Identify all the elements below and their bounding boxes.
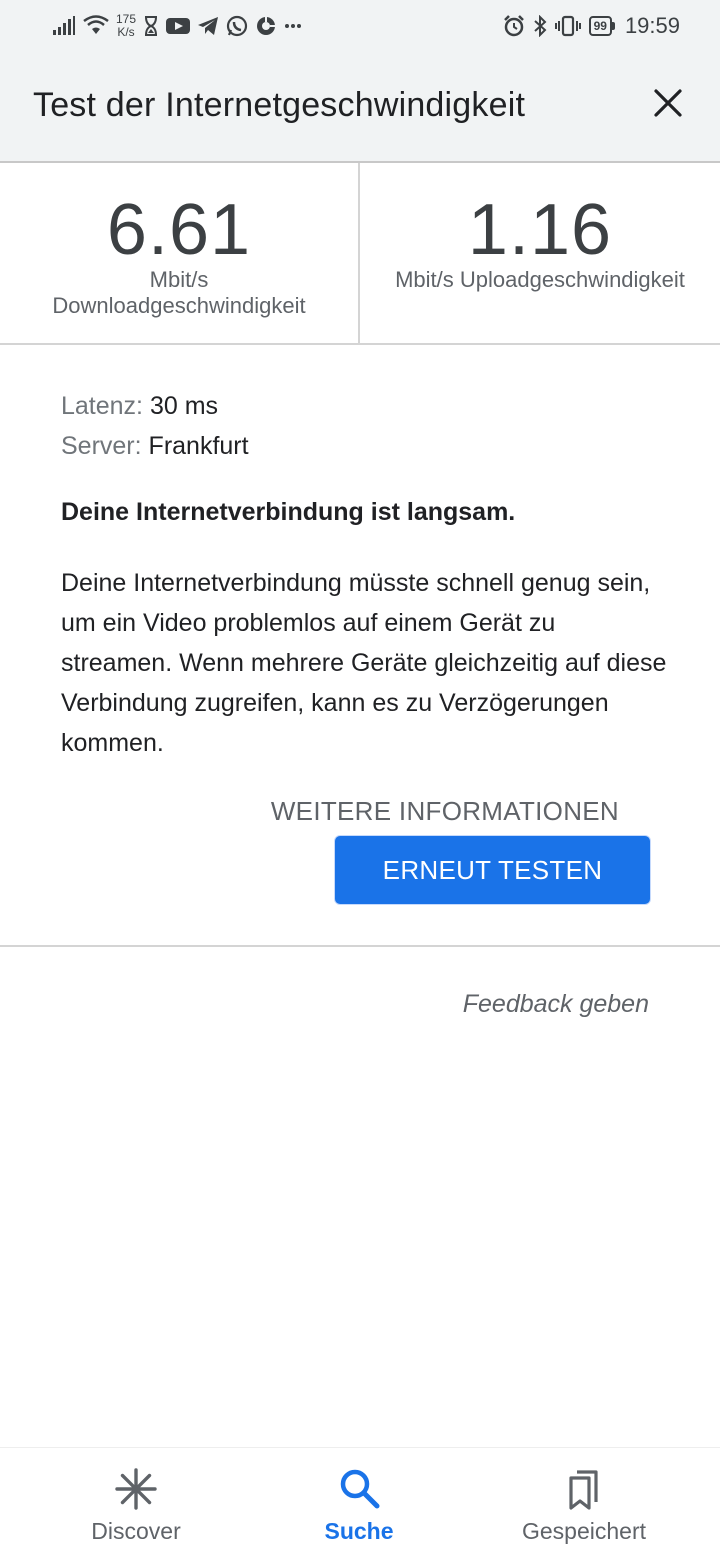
latency-row: Latenz: 30 ms <box>61 391 218 421</box>
retest-button[interactable]: ERNEUT TESTEN <box>334 835 651 905</box>
status-left: 175 K/s <box>52 8 302 44</box>
more-info-link[interactable]: WEITERE INFORMATIONEN <box>271 796 619 827</box>
latency-label: Latenz: <box>61 392 144 420</box>
telegram-icon <box>198 17 219 35</box>
nav-item-gespeichert[interactable]: Gespeichert <box>484 1466 684 1545</box>
server-label: Server: <box>61 432 142 460</box>
speed-results: 6.61 Mbit/s Downloadgeschwindigkeit 1.16… <box>0 163 720 345</box>
vibrate-icon <box>554 15 581 37</box>
verdict-text: Deine Internetverbindung ist langsam. <box>61 498 516 526</box>
feedback-link[interactable]: Feedback geben <box>463 990 649 1019</box>
nav-item-discover[interactable]: Discover <box>36 1466 236 1545</box>
search-icon <box>340 1469 380 1509</box>
test-details: Latenz: 30 ms Server: Frankfurt Deine In… <box>0 345 720 947</box>
youtube-icon <box>166 18 191 34</box>
network-speed: 175 K/s <box>116 13 136 39</box>
page-title: Test der Internetgeschwindigkeit <box>33 86 526 124</box>
bluetooth-icon <box>533 15 547 37</box>
upload-label: Mbit/s Uploadgeschwindigkeit <box>395 267 685 292</box>
nav-label-gespeichert: Gespeichert <box>521 1518 646 1544</box>
network-speed-unit: K/s <box>117 25 135 39</box>
hourglass-icon <box>145 16 158 36</box>
dialog-header: Test der Internetgeschwindigkeit <box>0 50 720 163</box>
server-row: Server: Frankfurt <box>61 431 249 461</box>
bottom-nav: Discover Suche Gespeichert <box>0 1447 720 1560</box>
close-icon[interactable] <box>650 85 686 121</box>
clock: 19:59 <box>624 13 680 38</box>
download-unit: Mbit/s <box>149 267 209 292</box>
latency-value: 30 ms <box>149 392 219 420</box>
nav-label-suche: Suche <box>324 1518 394 1544</box>
upload-value: 1.16 <box>467 190 613 270</box>
battery-icon: 99 <box>588 16 615 36</box>
more-icon <box>285 24 302 28</box>
upload-result: 1.16 Mbit/s Uploadgeschwindigkeit <box>360 163 720 343</box>
status-bar: 175 K/s 99 19:59 <box>0 0 720 50</box>
status-right: 99 19:59 <box>503 8 680 44</box>
wifi-icon <box>83 15 109 34</box>
bookmarks-icon <box>569 1470 598 1510</box>
download-result: 6.61 Mbit/s Downloadgeschwindigkeit <box>0 163 360 343</box>
nav-label-discover: Discover <box>91 1518 181 1544</box>
alarm-icon <box>503 15 524 37</box>
nav-item-suche[interactable]: Suche <box>259 1466 459 1545</box>
asterisk-icon <box>115 1468 157 1510</box>
download-label: Downloadgeschwindigkeit <box>52 293 306 318</box>
description-text: Deine Internetverbindung müsste schnell … <box>61 569 667 757</box>
server-value: Frankfurt <box>148 432 249 460</box>
whatsapp-icon <box>226 15 248 37</box>
download-value: 6.61 <box>106 190 252 270</box>
battery-level: 99 <box>588 16 612 36</box>
signal-icon <box>53 16 75 35</box>
app-icon <box>257 17 276 35</box>
